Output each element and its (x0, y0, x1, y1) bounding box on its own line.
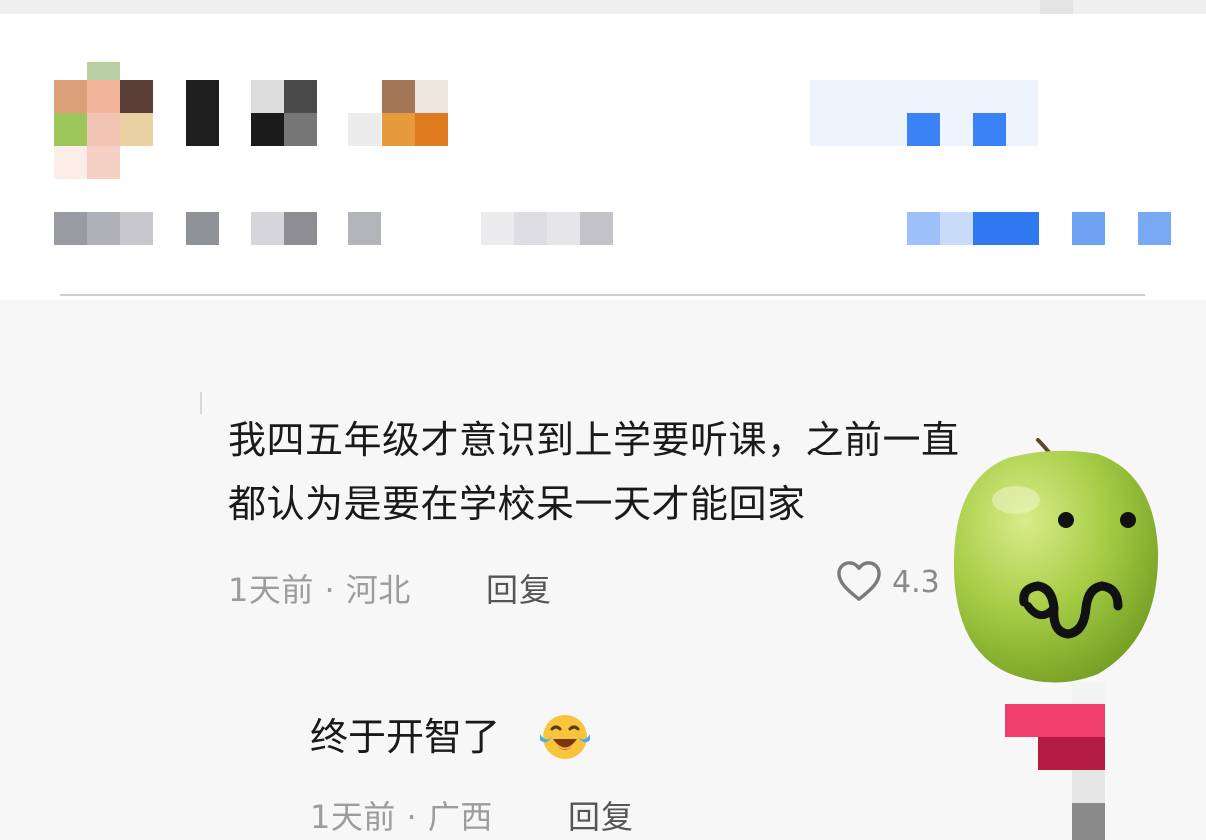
meta-separator: · (406, 798, 418, 836)
like-count: 4.3 (892, 565, 940, 600)
meta-separator: · (324, 571, 336, 609)
reply-text: 终于开智了 (310, 715, 501, 759)
green-apple-face-sticker (948, 438, 1160, 692)
comment-time: 1天前 (228, 571, 314, 609)
thread-indicator (200, 392, 202, 414)
reply-location: 广西 (427, 798, 493, 836)
top-edge-shade (0, 0, 1206, 14)
reply-time: 1天前 (310, 798, 396, 836)
comment-reply-button[interactable]: 回复 (486, 565, 552, 611)
comment-location: 河北 (345, 571, 411, 609)
crying-laughing-emoji (536, 710, 594, 768)
section-divider (60, 294, 1145, 296)
heart-outline-icon[interactable] (836, 560, 882, 606)
reply-meta: 1天前 · 广西 (310, 792, 493, 838)
comment-meta: 1天前 · 河北 (228, 565, 411, 611)
redacted-post-header (0, 0, 1206, 300)
reply-reply-button[interactable]: 回复 (568, 792, 634, 838)
